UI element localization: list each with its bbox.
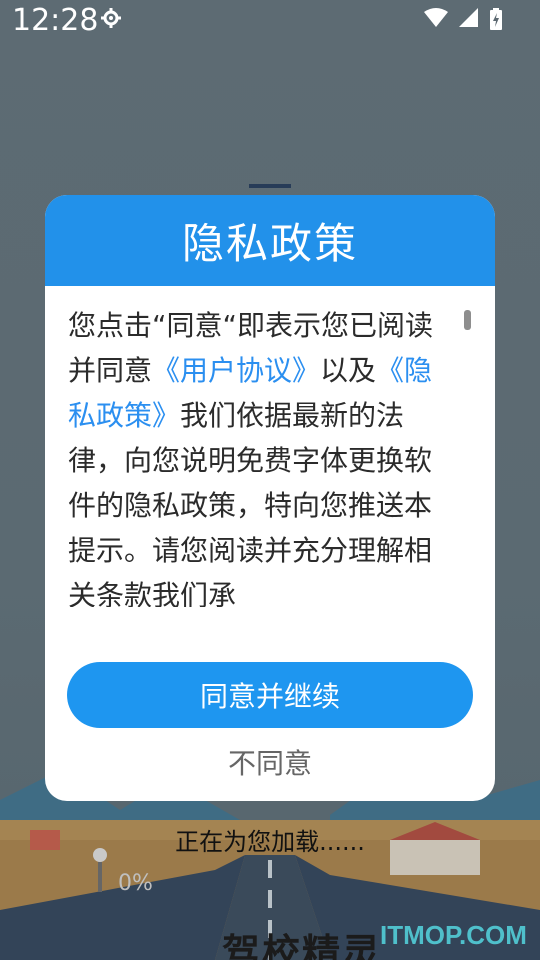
- status-bar: 12:28: [0, 0, 540, 46]
- dialog-header: 隐私政策: [45, 195, 495, 286]
- status-time: 12:28: [12, 3, 99, 38]
- app-brand-title: 驾校精灵: [222, 931, 383, 960]
- agree-continue-button[interactable]: 同意并继续: [67, 662, 473, 728]
- body-scrollbar[interactable]: [464, 310, 471, 330]
- disagree-button[interactable]: 不同意: [45, 742, 495, 782]
- dialog-title: 隐私政策: [181, 219, 358, 268]
- wifi-icon: [423, 8, 448, 27]
- settings-gear-icon: [101, 8, 121, 28]
- status-icons: [423, 8, 502, 30]
- privacy-policy-dialog: 隐私政策 您点击“同意“即表示您已阅读并同意《用户协议》以及《隐私政策》我们依据…: [45, 195, 495, 801]
- loading-text: 正在为您加载......: [175, 828, 365, 856]
- loading-percent: 0%: [118, 871, 153, 896]
- battery-icon: [490, 8, 502, 30]
- site-watermark: ITMOP.COM: [380, 920, 527, 950]
- dialog-body-text[interactable]: 您点击“同意“即表示您已阅读并同意《用户协议》以及《隐私政策》我们依据最新的法律…: [68, 303, 458, 607]
- body-and-text: 以及: [320, 354, 377, 387]
- cellular-signal-icon: [458, 8, 478, 27]
- user-agreement-link[interactable]: 《用户协议》: [152, 354, 320, 387]
